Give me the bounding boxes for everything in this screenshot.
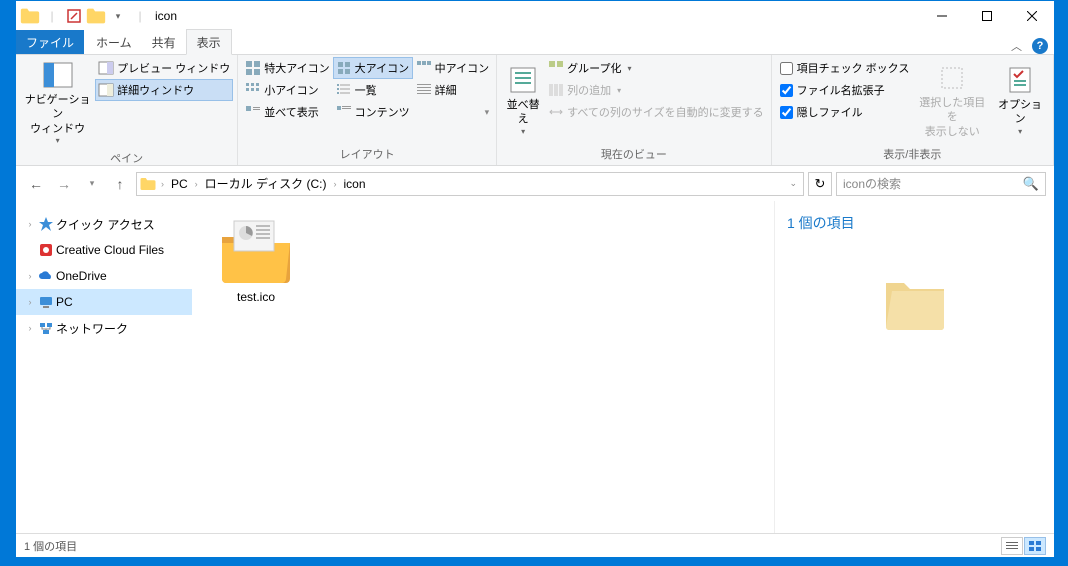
sort-by-button[interactable]: 並べ替え ▾ bbox=[501, 57, 545, 144]
layout-more[interactable]: ▾ bbox=[413, 101, 492, 123]
maximize-button[interactable] bbox=[964, 1, 1009, 31]
help-icon[interactable]: ? bbox=[1032, 38, 1048, 54]
qat-sep: | bbox=[41, 5, 63, 27]
file-extensions-toggle[interactable]: ファイル名拡張子 bbox=[776, 79, 914, 101]
ribbon-tabs: ファイル ホーム 共有 表示 ︿ ? bbox=[16, 31, 1054, 55]
address-dropdown[interactable]: ⌄ bbox=[785, 178, 801, 189]
ribbon-view: ナビゲーション ウィンドウ ▾ プレビュー ウィンドウ 詳細ウィンドウ ペイン bbox=[16, 55, 1054, 166]
navigation-pane-button[interactable]: ナビゲーション ウィンドウ ▾ bbox=[20, 57, 95, 148]
view-details-toggle[interactable] bbox=[1001, 537, 1023, 555]
window-icon bbox=[19, 5, 41, 27]
autosize-button[interactable]: すべての列のサイズを自動的に変更する bbox=[545, 101, 766, 123]
refresh-button[interactable]: ↻ bbox=[808, 172, 832, 196]
hidden-files-checkbox[interactable] bbox=[780, 106, 793, 119]
layout-list[interactable]: 一覧 bbox=[333, 79, 413, 101]
status-count: 1 個の項目 bbox=[24, 538, 77, 554]
details-pane: 1 個の項目 bbox=[774, 201, 1054, 533]
folder-icon bbox=[880, 273, 950, 333]
details-title: 1 個の項目 bbox=[787, 213, 855, 233]
back-button[interactable]: ← bbox=[24, 172, 48, 196]
breadcrumb-folder[interactable]: icon bbox=[341, 177, 369, 191]
nav-onedrive[interactable]: › OneDrive bbox=[16, 263, 192, 289]
add-columns-button[interactable]: 列の追加▾ bbox=[545, 79, 766, 101]
layout-large[interactable]: 大アイコン bbox=[333, 57, 413, 79]
recent-dropdown[interactable]: ▾ bbox=[80, 172, 104, 196]
navigation-pane: › クイック アクセス Creative Cloud Files › OneDr… bbox=[16, 201, 192, 533]
tab-home[interactable]: ホーム bbox=[86, 30, 142, 54]
minimize-button[interactable] bbox=[919, 1, 964, 31]
file-name: test.ico bbox=[237, 290, 275, 304]
breadcrumb-chevron[interactable]: › bbox=[193, 179, 200, 189]
view-icons-toggle[interactable] bbox=[1024, 537, 1046, 555]
options-button[interactable]: オプション ▾ bbox=[991, 57, 1049, 144]
file-item[interactable]: test.ico bbox=[202, 211, 310, 308]
search-icon: 🔍 bbox=[1023, 176, 1039, 192]
layout-small[interactable]: 小アイコン bbox=[242, 79, 332, 101]
nav-pc-label: PC bbox=[56, 295, 73, 309]
qat-dropdown[interactable]: ▾ bbox=[107, 5, 129, 27]
preview-pane-button[interactable]: プレビュー ウィンドウ bbox=[95, 57, 233, 79]
file-list[interactable]: test.ico bbox=[192, 201, 774, 533]
preview-pane-label: プレビュー ウィンドウ bbox=[117, 60, 230, 76]
search-placeholder: iconの検索 bbox=[843, 175, 901, 192]
nav-onedrive-label: OneDrive bbox=[56, 269, 107, 283]
layout-details[interactable]: 詳細 bbox=[413, 79, 492, 101]
titlebar: | ▾ | icon bbox=[16, 1, 1054, 31]
breadcrumb-pc[interactable]: PC bbox=[168, 177, 191, 191]
options-label: オプション bbox=[995, 98, 1045, 127]
group-by-button[interactable]: グループ化▾ bbox=[545, 57, 766, 79]
nav-network-label: ネットワーク bbox=[56, 320, 128, 337]
breadcrumb-box[interactable]: › PC › ローカル ディスク (C:) › icon ⌄ bbox=[136, 172, 804, 196]
up-button[interactable]: ↑ bbox=[108, 172, 132, 196]
layout-medium[interactable]: 中アイコン bbox=[413, 57, 492, 79]
breadcrumb-drive[interactable]: ローカル ディスク (C:) bbox=[202, 175, 330, 192]
search-box[interactable]: iconの検索 🔍 bbox=[836, 172, 1046, 196]
status-bar: 1 個の項目 bbox=[16, 533, 1054, 557]
nav-creative-cloud[interactable]: Creative Cloud Files bbox=[16, 237, 192, 263]
show-hide-group-label: 表示/非表示 bbox=[776, 144, 1049, 165]
hide-selected-button[interactable]: 選択した項目を 表示しない bbox=[913, 57, 991, 144]
breadcrumb-chevron[interactable]: › bbox=[332, 179, 339, 189]
explorer-window: | ▾ | icon ファイル ホーム 共有 表示 ︿ ? bbox=[15, 0, 1055, 558]
navigation-pane-label: ナビゲーション ウィンドウ bbox=[24, 93, 91, 136]
item-checkboxes-checkbox[interactable] bbox=[780, 62, 793, 75]
details-pane-label: 詳細ウィンドウ bbox=[117, 82, 194, 98]
layout-extra-large[interactable]: 特大アイコン bbox=[242, 57, 332, 79]
close-button[interactable] bbox=[1009, 1, 1054, 31]
forward-button[interactable]: → bbox=[52, 172, 76, 196]
details-pane-button[interactable]: 詳細ウィンドウ bbox=[95, 79, 233, 101]
layout-group-label: レイアウト bbox=[242, 144, 492, 165]
item-checkboxes-toggle[interactable]: 項目チェック ボックス bbox=[776, 57, 914, 79]
address-bar: ← → ▾ ↑ › PC › ローカル ディスク (C:) › icon ⌄ ↻… bbox=[16, 166, 1054, 201]
ribbon-collapse[interactable]: ︿ bbox=[1011, 38, 1022, 54]
tab-share[interactable]: 共有 bbox=[142, 30, 186, 54]
breadcrumb-chevron[interactable]: › bbox=[159, 179, 166, 189]
hidden-files-toggle[interactable]: 隠しファイル bbox=[776, 101, 914, 123]
qat-new-folder[interactable] bbox=[85, 5, 107, 27]
window-title: icon bbox=[155, 9, 177, 23]
nav-quick-access[interactable]: › クイック アクセス bbox=[16, 211, 192, 237]
hide-selected-label: 選択した項目を 表示しない bbox=[917, 96, 987, 139]
qat-properties[interactable] bbox=[63, 5, 85, 27]
nav-pc[interactable]: › PC bbox=[16, 289, 192, 315]
file-thumbnail-icon bbox=[216, 215, 296, 285]
qat-sep2: | bbox=[129, 5, 151, 27]
sort-label: 並べ替え bbox=[505, 98, 541, 127]
tab-file[interactable]: ファイル bbox=[16, 30, 84, 54]
nav-quick-label: クイック アクセス bbox=[56, 216, 155, 233]
tab-view[interactable]: 表示 bbox=[186, 29, 232, 55]
current-view-group-label: 現在のビュー bbox=[501, 144, 766, 165]
file-extensions-checkbox[interactable] bbox=[780, 84, 793, 97]
layout-content[interactable]: コンテンツ bbox=[333, 101, 413, 123]
nav-network[interactable]: › ネットワーク bbox=[16, 315, 192, 341]
nav-creative-label: Creative Cloud Files bbox=[56, 243, 164, 257]
main-area: › クイック アクセス Creative Cloud Files › OneDr… bbox=[16, 201, 1054, 533]
layout-tiles[interactable]: 並べて表示 bbox=[242, 101, 332, 123]
